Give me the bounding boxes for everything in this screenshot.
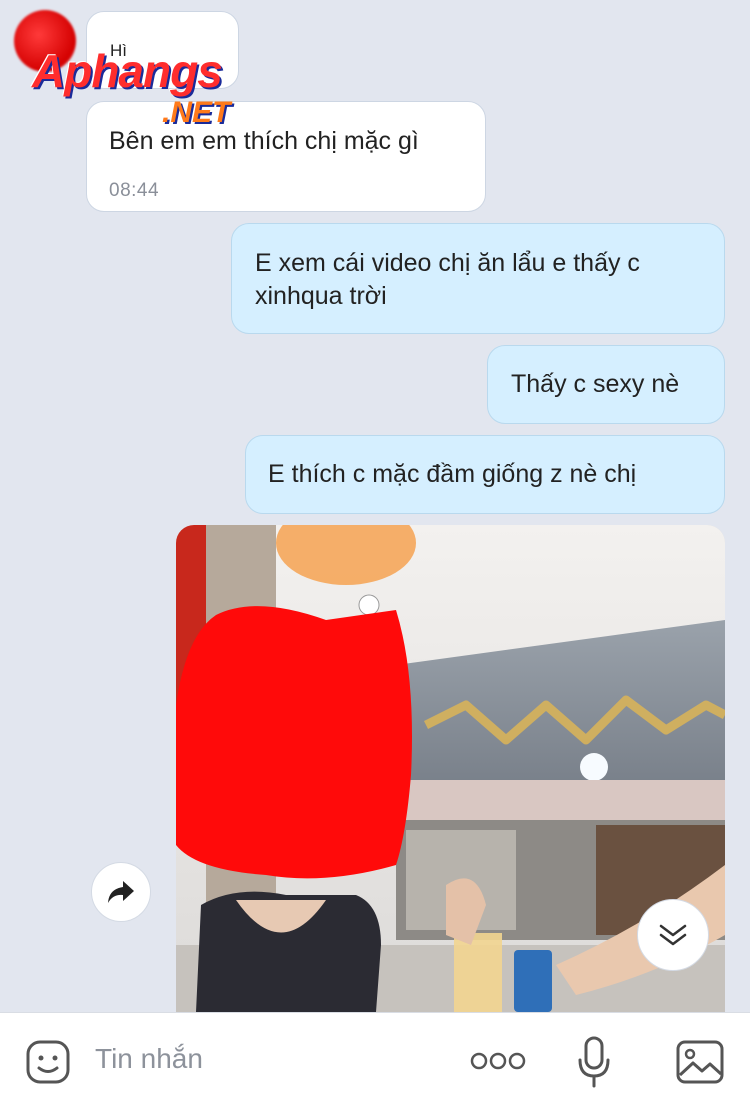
message-text: Bên em em thích chị mặc gì (109, 127, 419, 155)
message-input[interactable]: Tin nhắn (95, 1043, 203, 1075)
forward-button[interactable] (91, 862, 151, 922)
message-text: Hì (110, 41, 127, 60)
double-chevron-down-icon (659, 924, 687, 946)
message-text: Thấy c sexy nè (511, 370, 680, 398)
message-bubble-outgoing[interactable]: Thấy c sexy nè (487, 345, 725, 424)
sticker-face-icon (26, 1040, 70, 1084)
message-text: E thích c mặc đầm giống z nè chị (268, 460, 637, 488)
voice-button[interactable] (572, 1035, 616, 1089)
message-time: 08:44 (109, 180, 160, 201)
forward-arrow-icon (108, 881, 134, 903)
avatar (14, 10, 76, 72)
message-bubble-outgoing[interactable]: E xem cái video chị ăn lẩu e thấy c xinh… (231, 223, 725, 334)
sticker-button[interactable] (22, 1036, 74, 1088)
microphone-icon (578, 1036, 610, 1088)
image-button[interactable] (673, 1037, 727, 1087)
message-text: E xem cái video chị ăn lẩu e thấy c xinh… (255, 249, 640, 310)
message-composer: Tin nhắn (0, 1012, 750, 1109)
message-bubble-incoming[interactable]: Hì (86, 11, 239, 89)
more-button[interactable] (468, 1043, 528, 1079)
image-gallery-icon (676, 1040, 724, 1084)
message-bubble-incoming[interactable]: Bên em em thích chị mặc gì 08:44 (86, 101, 486, 212)
scroll-to-bottom-button[interactable] (637, 899, 709, 971)
more-dots-icon (470, 1052, 526, 1070)
message-bubble-outgoing[interactable]: E thích c mặc đầm giống z nè chị (245, 435, 725, 514)
